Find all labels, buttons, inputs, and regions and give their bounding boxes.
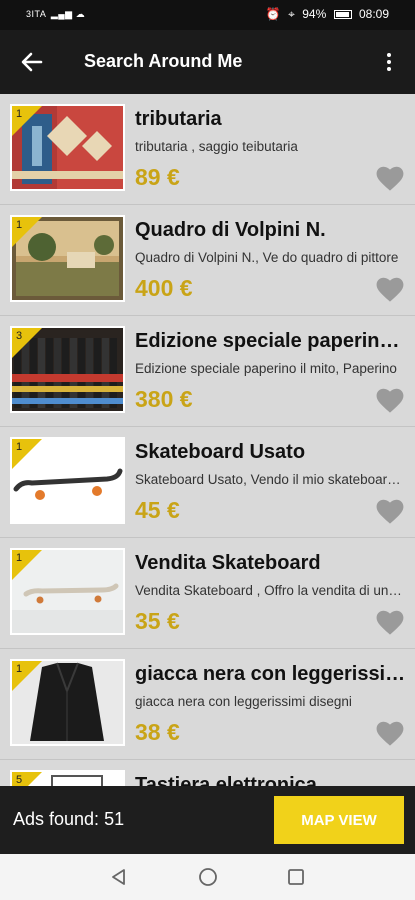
rank-badge-number: 1 <box>16 108 23 120</box>
heart-icon[interactable] <box>376 388 404 414</box>
ad-price: 45 € <box>135 497 180 523</box>
system-nav-bar <box>0 854 415 900</box>
battery-icon <box>333 10 352 20</box>
ad-price: 380 € <box>135 386 193 412</box>
painting-photo: 1 <box>10 215 125 302</box>
heart-icon[interactable] <box>376 610 404 636</box>
location-icon: ⌖ <box>288 7 295 21</box>
heart-icon[interactable] <box>376 277 404 303</box>
map-view-button[interactable]: MAP VIEW <box>274 796 404 844</box>
jacket-photo: 1 <box>10 659 125 746</box>
more-vert-icon[interactable] <box>377 48 401 76</box>
ad-price: 89 € <box>135 164 180 190</box>
bottom-bar: Ads found: 51 MAP VIEW <box>0 786 415 854</box>
ad-description: Quadro di Volpini N., Ve do quadro di pi… <box>135 250 399 265</box>
signal-icon: ▂▄▆ <box>50 9 73 19</box>
ad-description: Vendita Skateboard , Offro la vendita di… <box>135 583 405 598</box>
heart-icon[interactable] <box>376 499 404 525</box>
rank-badge-number: 5 <box>16 774 23 786</box>
carrier-label: 3ITA <box>26 9 46 19</box>
ad-title[interactable]: giacca nera con leggerissimi disegni <box>135 663 407 686</box>
back-button[interactable] <box>14 46 50 78</box>
heart-icon[interactable] <box>376 721 404 747</box>
heart-icon[interactable] <box>376 166 404 192</box>
list-item[interactable]: 1 Vendita Skateboard Vendita Skateboard … <box>0 538 415 649</box>
rank-badge-number: 1 <box>16 441 23 453</box>
ad-description: giacca nera con leggerissimi disegni <box>135 694 352 709</box>
app-bar: Search Around Me <box>0 30 415 94</box>
rank-badge-number: 1 <box>16 552 23 564</box>
rank-badge-number: 3 <box>16 330 23 342</box>
nav-recents-icon[interactable] <box>284 866 308 888</box>
ad-title[interactable]: tributaria <box>135 108 407 131</box>
ad-description: Edizione speciale paperino il mito, Pape… <box>135 361 397 376</box>
page-title: Search Around Me <box>84 51 243 71</box>
nav-home-icon[interactable] <box>196 866 220 888</box>
keyboard-photo: 5 <box>10 770 125 786</box>
list-item[interactable]: 3 Edizione speciale paperino il mito Edi… <box>0 316 415 427</box>
alarm-icon: ⏰ <box>265 7 281 21</box>
clock: 08:09 <box>358 7 389 21</box>
ad-title[interactable]: Tastiera elettronica <box>135 774 407 786</box>
battery-percent: 94% <box>302 7 327 21</box>
rug-photo: 1 <box>10 104 125 191</box>
longboard-photo: 1 <box>10 548 125 635</box>
list-item[interactable]: 5 Tastiera elettronica <box>0 760 415 786</box>
rank-badge-number: 1 <box>16 663 23 675</box>
back-arrow-icon <box>21 52 43 72</box>
ad-title[interactable]: Quadro di Volpini N. <box>135 219 407 242</box>
list-item[interactable]: 1 Skateboard Usato Skateboard Usato, Ven… <box>0 427 415 538</box>
ad-title[interactable]: Edizione speciale paperino il mito <box>135 330 407 353</box>
skateboard-photo: 1 <box>10 437 125 524</box>
ad-price: 38 € <box>135 719 180 745</box>
rank-badge-number: 1 <box>16 219 23 231</box>
status-bar: 3ITA ▂▄▆ ☁ ⏰ ⌖ 94% 08:09 <box>0 0 415 30</box>
ad-title[interactable]: Vendita Skateboard <box>135 552 407 575</box>
ads-list[interactable]: 1 tributaria tributaria , saggio teibuta… <box>0 94 415 786</box>
nav-back-icon[interactable] <box>107 866 131 888</box>
ad-description: tributaria , saggio teibutaria <box>135 139 298 154</box>
list-item[interactable]: 1 Quadro di Volpini N. Quadro di Volpini… <box>0 205 415 316</box>
ad-description: Skateboard Usato, Vendo il mio skateboar… <box>135 472 405 487</box>
ad-price: 400 € <box>135 275 193 301</box>
ad-price: 35 € <box>135 608 180 634</box>
status-right: ⏰ ⌖ 94% 08:09 <box>262 7 389 22</box>
list-item[interactable]: 1 giacca nera con leggerissimi disegni g… <box>0 649 415 760</box>
list-item[interactable]: 1 tributaria tributaria , saggio teibuta… <box>0 94 415 205</box>
book-collection-photo: 3 <box>10 326 125 413</box>
ad-title[interactable]: Skateboard Usato <box>135 441 407 464</box>
cloud-icon: ☁ <box>75 9 86 19</box>
ads-found-count: Ads found: 51 <box>13 809 125 829</box>
status-left: 3ITA ▂▄▆ ☁ <box>26 9 85 20</box>
